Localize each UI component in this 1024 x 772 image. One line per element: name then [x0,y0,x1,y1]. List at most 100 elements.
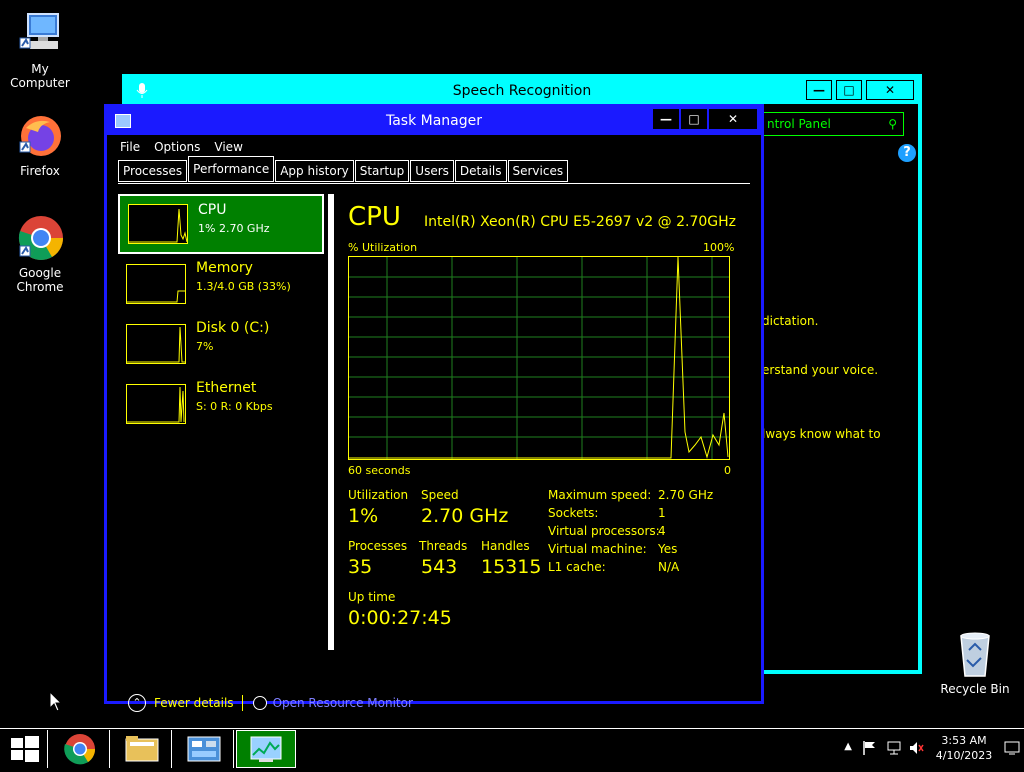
desktop-icon-firefox[interactable]: Firefox [0,112,80,178]
control-panel-search[interactable]: ntrol Panel ⚲ [762,112,904,136]
processes-label: Processes [348,539,408,553]
detail-key: Virtual processors: [548,524,660,538]
firefox-icon [16,112,64,160]
help-icon[interactable]: ? [898,144,916,162]
maximize-button[interactable]: □ [836,80,862,100]
search-text: ntrol Panel [767,117,831,131]
cpu-graph-svg [349,256,729,459]
folder-icon [125,736,159,762]
cpu-thumbnail-graph [128,204,188,244]
detail-value: 4 [658,524,666,538]
sidebar-item-disk[interactable]: Disk 0 (C:) 7% [118,314,324,374]
sidebar-item-cpu[interactable]: CPU 1% 2.70 GHz [118,194,324,254]
detail-value: N/A [658,560,680,574]
sidebar-scrollbar[interactable] [328,194,334,650]
desktop: My Computer Firefox Google Chrome Recycl… [0,0,1024,768]
processes-value: 35 [348,556,373,578]
speech-text-line: erstand your voice. [762,363,879,377]
task-manager-icon [250,736,282,762]
uptime-value: 0:00:27:45 [348,607,452,629]
footer-separator [241,695,243,711]
sidebar-item-sub: 7% [196,340,214,353]
utilization-value: 1% [348,505,379,527]
close-button[interactable]: ✕ [866,80,914,100]
task-manager-footer: ⌃ Fewer details Open Resource Monitor [128,694,413,712]
task-manager-title: Task Manager [385,113,483,129]
menu-bar: File Options View [120,140,257,154]
taskbar-chrome[interactable] [50,730,110,768]
clock[interactable]: 3:53 AM 4/10/2023 [934,733,994,763]
tab-users[interactable]: Users [410,160,454,182]
utilization-label: Utilization [348,488,409,502]
speech-text-line: dictation. [762,314,819,328]
windows-logo-icon [11,736,39,762]
handles-value: 15315 [481,556,542,578]
task-manager-window[interactable]: Task Manager — □ ✕ File Options View Pro… [104,104,764,712]
maximize-button[interactable]: □ [681,109,707,129]
detail-value: Yes [658,542,678,556]
menu-file[interactable]: File [120,140,140,154]
fewer-details-link[interactable]: Fewer details [154,696,234,710]
minimize-button[interactable]: — [806,80,832,100]
task-manager-body: File Options View Processes Performance … [113,135,755,712]
chrome-icon [16,214,64,262]
menu-options[interactable]: Options [154,140,200,154]
start-button[interactable] [0,730,48,768]
task-manager-app-icon [115,114,131,128]
sidebar-item-name: Ethernet [196,380,257,396]
menu-view[interactable]: View [214,140,242,154]
minimize-button[interactable]: — [653,109,679,129]
desktop-icon-recycle-bin[interactable]: Recycle Bin [935,630,1015,696]
tab-processes[interactable]: Processes [118,160,188,182]
network-icon[interactable] [886,740,902,756]
action-center-flag-icon[interactable] [862,740,878,756]
sidebar-item-sub: 1.3/4.0 GB (33%) [196,280,291,293]
clock-time: 3:53 AM [941,734,987,747]
speech-title-bar[interactable]: Speech Recognition — □ ✕ [126,78,918,104]
taskbar-file-explorer[interactable] [112,730,172,768]
desktop-icon-my-computer[interactable]: My Computer [0,10,80,90]
sidebar-item-ethernet[interactable]: Ethernet S: 0 R: 0 Kbps [118,374,324,434]
taskbar-server-manager[interactable] [174,730,234,768]
threads-value: 543 [421,556,458,578]
show-hidden-icons-icon[interactable]: ▲ [844,741,852,752]
tab-details[interactable]: Details [454,160,507,182]
search-icon: ⚲ [888,117,897,131]
task-manager-title-bar[interactable]: Task Manager — □ ✕ [107,107,761,135]
detail-key: Virtual machine: [548,542,647,556]
detail-key: L1 cache: [548,560,606,574]
open-resource-monitor-link[interactable]: Open Resource Monitor [273,696,413,710]
speech-title: Speech Recognition [452,83,592,99]
disk-thumbnail-graph [126,324,186,364]
sidebar-item-name: Disk 0 (C:) [196,320,270,336]
speech-text-line: lways know what to [762,427,881,441]
chrome-icon [64,734,96,765]
tab-performance[interactable]: Performance [188,156,275,182]
cpu-model: Intel(R) Xeon(R) CPU E5-2697 v2 @ 2.70GH… [424,214,736,230]
close-button[interactable]: ✕ [709,109,757,129]
memory-thumbnail-graph [126,264,186,304]
detail-value: 2.70 GHz [658,488,714,502]
sidebar-item-memory[interactable]: Memory 1.3/4.0 GB (33%) [118,254,324,314]
resource-monitor-icon [252,696,267,710]
desktop-icon-label: Firefox [20,164,60,178]
threads-label: Threads [419,539,468,553]
tab-services[interactable]: Services [507,160,569,182]
show-desktop-icon[interactable] [1004,741,1020,755]
detail-value: 1 [658,506,666,520]
taskbar: ▲ 3:53 AM 4/10/2023 [0,728,1024,768]
tab-startup[interactable]: Startup [354,160,410,182]
speed-label: Speed [421,488,459,502]
desktop-icon-chrome[interactable]: Google Chrome [0,214,80,294]
recycle-bin-icon [951,630,999,678]
taskbar-task-manager[interactable] [236,730,296,768]
volume-muted-icon[interactable] [908,740,924,756]
performance-sidebar: CPU 1% 2.70 GHz Memory 1.3/4.0 GB (33%) [118,194,324,434]
server-manager-icon [187,736,221,762]
chevron-up-icon[interactable]: ⌃ [128,694,146,712]
tab-app-history[interactable]: App history [275,160,354,182]
desktop-icon-label: My Computer [10,62,70,90]
sidebar-item-name: CPU [198,202,227,218]
uptime-label: Up time [348,590,396,604]
sidebar-item-sub: 1% 2.70 GHz [198,222,270,235]
